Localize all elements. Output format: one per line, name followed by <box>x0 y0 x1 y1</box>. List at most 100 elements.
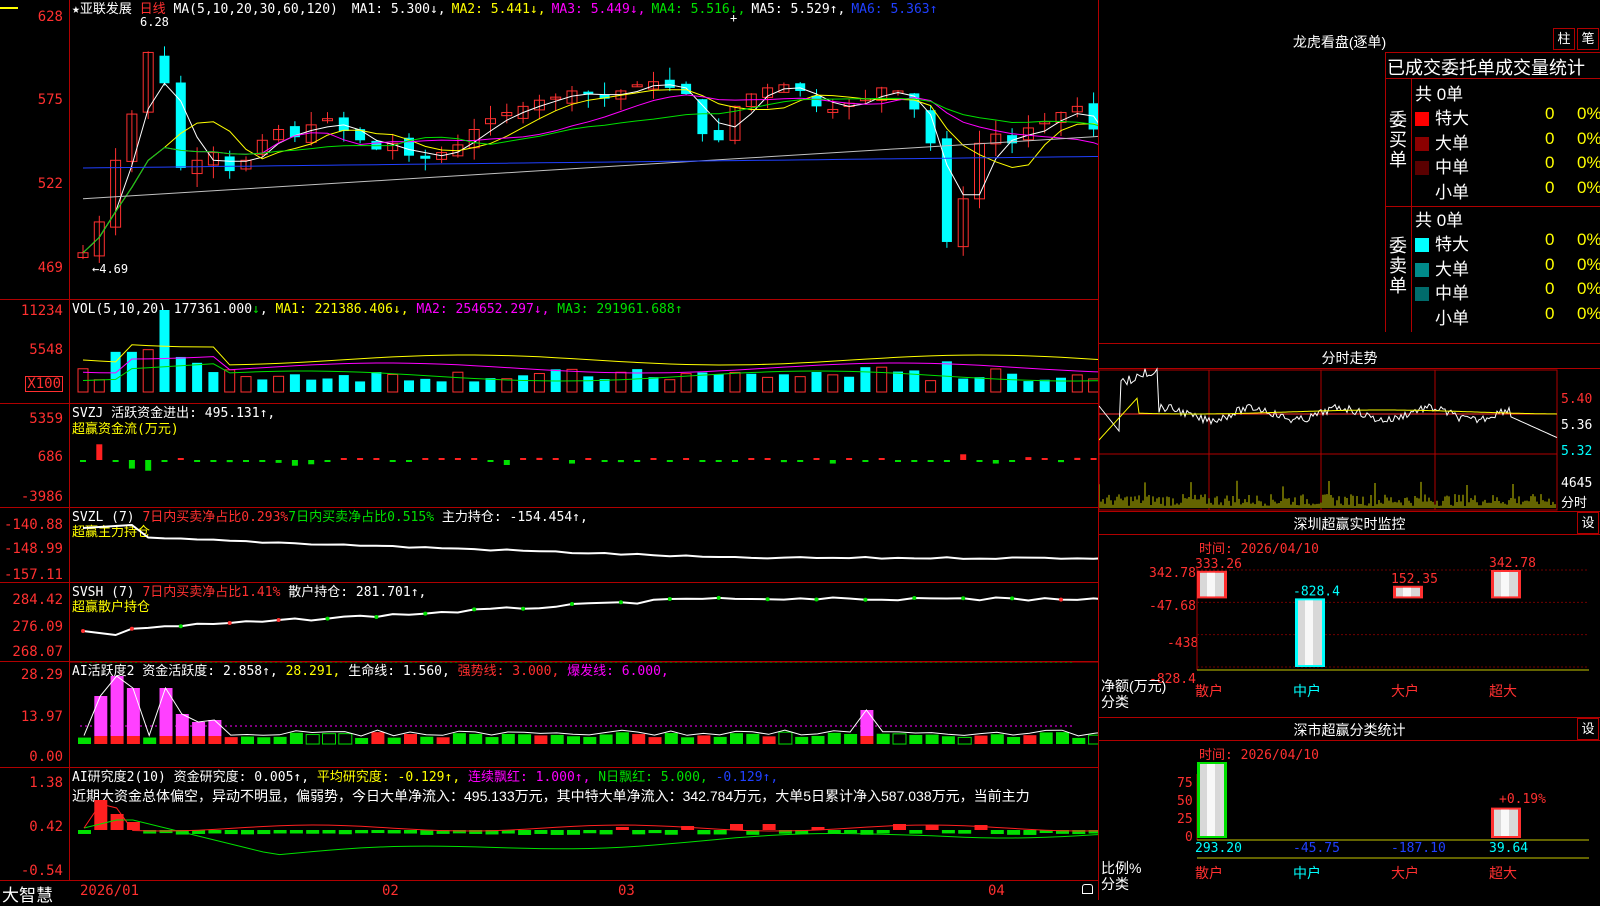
activity-bar <box>289 732 303 744</box>
volume-bar-down <box>746 373 757 392</box>
fenshi-chart[interactable] <box>1099 344 1600 512</box>
svzj-bar <box>911 460 918 462</box>
sz-monitor-chart[interactable]: 333.26 散户 -828.4 中户 152.35 大户 342.78 超大 <box>1099 512 1600 718</box>
research-bar-down <box>404 830 417 834</box>
activity-bar <box>974 735 988 744</box>
volume-bar-up <box>273 375 285 393</box>
research-bar-down <box>697 830 711 835</box>
svzj-bar <box>960 454 967 460</box>
svzj-bar <box>210 460 217 462</box>
svzj-bar <box>112 460 119 462</box>
sz-class-panel[interactable]: 深市超赢分类统计 设 时间: 2026/04/10 75 50 25 0 +0.… <box>1098 718 1600 900</box>
kline-chart[interactable]: + <box>0 0 1098 300</box>
activity-bar <box>811 735 825 744</box>
activity-bar <box>224 737 238 744</box>
research-bar-up <box>110 814 124 830</box>
svzj-bar <box>406 460 412 462</box>
fenshi-panel[interactable]: 分时走势 5.40 5.36 5.32 4645 分时 <box>1098 344 1600 512</box>
kline-pane[interactable]: 628 575 522 469 ★亚联发展 日线 MA(5,10,20,30,6… <box>0 0 1098 300</box>
research-bar-down <box>78 830 91 834</box>
svzj-bar <box>846 458 853 460</box>
research-bar-down <box>420 830 434 835</box>
tick-mode-button[interactable]: 笔 <box>1577 28 1599 50</box>
research-bar-up <box>126 822 140 830</box>
svzl-pane[interactable]: -140.88 -148.99 -157.11 SVZL (7) 7日内买卖净占… <box>0 508 1098 583</box>
candle-down <box>713 130 724 141</box>
lock-icon[interactable] <box>1082 884 1093 894</box>
lhb-divider <box>1411 78 1412 332</box>
activity-bar <box>844 734 858 744</box>
sz-monitor-panel[interactable]: 深圳超赢实时监控 设 时间: 2026/04/10 342.78 -47.68 … <box>1098 512 1600 718</box>
research-bar-down <box>306 830 320 834</box>
ai-activity-pane[interactable]: 28.29 13.97 0.00 AI活跃度2 资金活跃度: 2.858↑, 2… <box>0 662 1098 768</box>
research-bar-down <box>224 830 238 835</box>
lhb-row-count: 0 <box>1545 230 1555 249</box>
svsh-dot <box>570 602 574 606</box>
research-bar-up <box>730 824 743 830</box>
svzj-bar <box>340 458 347 460</box>
activity-bar-hot <box>192 722 206 736</box>
research-bar-down <box>632 830 646 835</box>
research-bar-down <box>355 830 369 834</box>
volume-bar-down <box>583 376 594 392</box>
szm-bar-shine <box>1305 600 1313 665</box>
ai-research-pane[interactable]: 1.38 0.42 -0.54 AI研究度2(10) 资金研究度: 0.005↑… <box>0 768 1098 880</box>
activity-line <box>83 675 1098 738</box>
lhb-row-pct: 0% <box>1577 104 1600 123</box>
volume-bar-down <box>648 377 659 392</box>
svzj-bar <box>471 458 478 460</box>
svzl-chart[interactable] <box>0 508 1098 583</box>
research-bar-down <box>599 830 613 835</box>
svsh-dot <box>521 606 526 611</box>
volume-bar-up <box>729 371 741 393</box>
svzj-bar <box>536 457 543 460</box>
svzj-chart[interactable] <box>0 404 1098 508</box>
research-bar-down <box>827 830 841 834</box>
szc-value-label: -187.10 <box>1391 841 1446 856</box>
activity-bar <box>876 733 890 744</box>
svzj-bar <box>438 458 445 460</box>
svsh-dot <box>1059 597 1063 602</box>
sz-class-chart[interactable]: 293.20 散户 -45.75 中户 -187.10 大户 39.64 超大 <box>1099 718 1600 900</box>
research-bar-down <box>257 830 271 835</box>
activity-bar-hot <box>175 714 189 736</box>
activity-bar <box>485 737 499 744</box>
lhb-row-pct: 0% <box>1577 230 1600 249</box>
szm-category-label: 中户 <box>1293 683 1321 700</box>
ai-activity-chart[interactable] <box>0 662 1098 768</box>
activity-bar <box>518 734 532 744</box>
svzj-bar <box>1090 458 1097 460</box>
svsh-chart[interactable] <box>0 583 1098 662</box>
volume-bar-down <box>355 381 366 392</box>
bar-mode-button[interactable]: 柱 <box>1553 28 1575 50</box>
lhb-row-pct: 0% <box>1577 177 1600 197</box>
svsh-pane[interactable]: 284.42 276.09 268.07 SVSH (7) 7日内买卖净占比1.… <box>0 583 1098 662</box>
activity-bar-hot <box>110 676 124 736</box>
activity-bar <box>1023 735 1037 744</box>
lhb-row: 中单 <box>1415 153 1469 178</box>
volume-bar-down <box>844 376 855 392</box>
svzj-bar <box>585 458 592 460</box>
activity-bar-base <box>175 736 189 744</box>
buy-total: 共 0单 <box>1415 85 1464 104</box>
szc-bar-shine <box>1207 764 1215 836</box>
volume-chart[interactable] <box>0 300 1098 404</box>
lhb-row-count: 0 <box>1545 104 1555 123</box>
svzj-bar <box>1041 458 1048 460</box>
activity-bar-hollow <box>338 733 353 745</box>
lhb-row-pct: 0% <box>1577 303 1600 323</box>
activity-bar <box>241 736 254 744</box>
research-bar-down <box>567 830 580 835</box>
research-bar-down <box>958 830 972 834</box>
svsh-dot <box>472 607 477 612</box>
sell-side-label: 委卖单 <box>1389 236 1407 296</box>
candle-down <box>420 155 431 159</box>
volume-pane[interactable]: 11234 5548 X100 VOL(5,10,20) 177361.000↓… <box>0 300 1098 404</box>
szm-category-label: 超大 <box>1489 684 1517 700</box>
candle-down <box>697 99 708 135</box>
activity-bar <box>599 734 613 744</box>
svzl-line <box>82 523 1098 560</box>
svzj-bar <box>927 460 934 462</box>
svzj-pane[interactable]: 5359 686 -3986 SVZJ 活跃资金进出: 495.131↑, 超赢… <box>0 404 1098 508</box>
ai-research-chart[interactable] <box>0 768 1098 880</box>
